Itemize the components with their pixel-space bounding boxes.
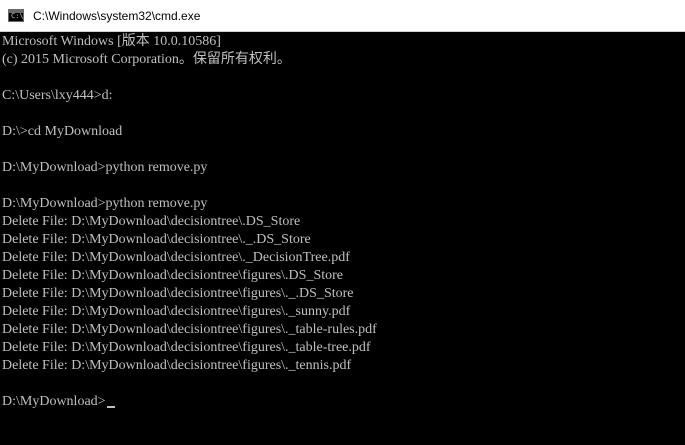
console-prompt-line[interactable]: D:\MyDownload> <box>2 393 115 411</box>
console-line: Microsoft Windows [版本 10.0.10586] <box>2 34 221 49</box>
cmd-window[interactable]: C:\ C:\Windows\system32\cmd.exe Microsof… <box>0 0 685 445</box>
console-line: Delete File: D:\MyDownload\decisiontree\… <box>2 304 351 319</box>
console-line: Delete File: D:\MyDownload\decisiontree\… <box>2 358 352 373</box>
console-line: C:\Users\lxy444>d: <box>2 88 113 103</box>
icon-prompt-glyph: C:\ <box>11 12 24 20</box>
console-line: D:\MyDownload>python remove.py <box>2 160 208 175</box>
console-line: Delete File: D:\MyDownload\decisiontree\… <box>2 268 343 283</box>
title-bar[interactable]: C:\ C:\Windows\system32\cmd.exe <box>0 0 685 32</box>
console-line: Delete File: D:\MyDownload\decisiontree\… <box>2 232 311 247</box>
cmd-icon[interactable]: C:\ <box>8 9 24 22</box>
window-title: C:\Windows\system32\cmd.exe <box>33 9 201 23</box>
console-output[interactable]: Microsoft Windows [版本 10.0.10586] (c) 20… <box>0 32 685 445</box>
console-line: Delete File: D:\MyDownload\decisiontree\… <box>2 322 377 337</box>
console-line: Delete File: D:\MyDownload\decisiontree\… <box>2 250 350 265</box>
console-line: D:\MyDownload>python remove.py <box>2 196 208 211</box>
command-prompt: D:\MyDownload> <box>2 394 106 409</box>
console-line: Delete File: D:\MyDownload\decisiontree\… <box>2 340 371 355</box>
console-line: Delete File: D:\MyDownload\decisiontree\… <box>2 214 301 229</box>
text-cursor <box>106 406 115 408</box>
console-line: (c) 2015 Microsoft Corporation。保留所有权利。 <box>2 52 291 67</box>
console-line: D:\>cd MyDownload <box>2 124 123 139</box>
console-line: Delete File: D:\MyDownload\decisiontree\… <box>2 286 354 301</box>
